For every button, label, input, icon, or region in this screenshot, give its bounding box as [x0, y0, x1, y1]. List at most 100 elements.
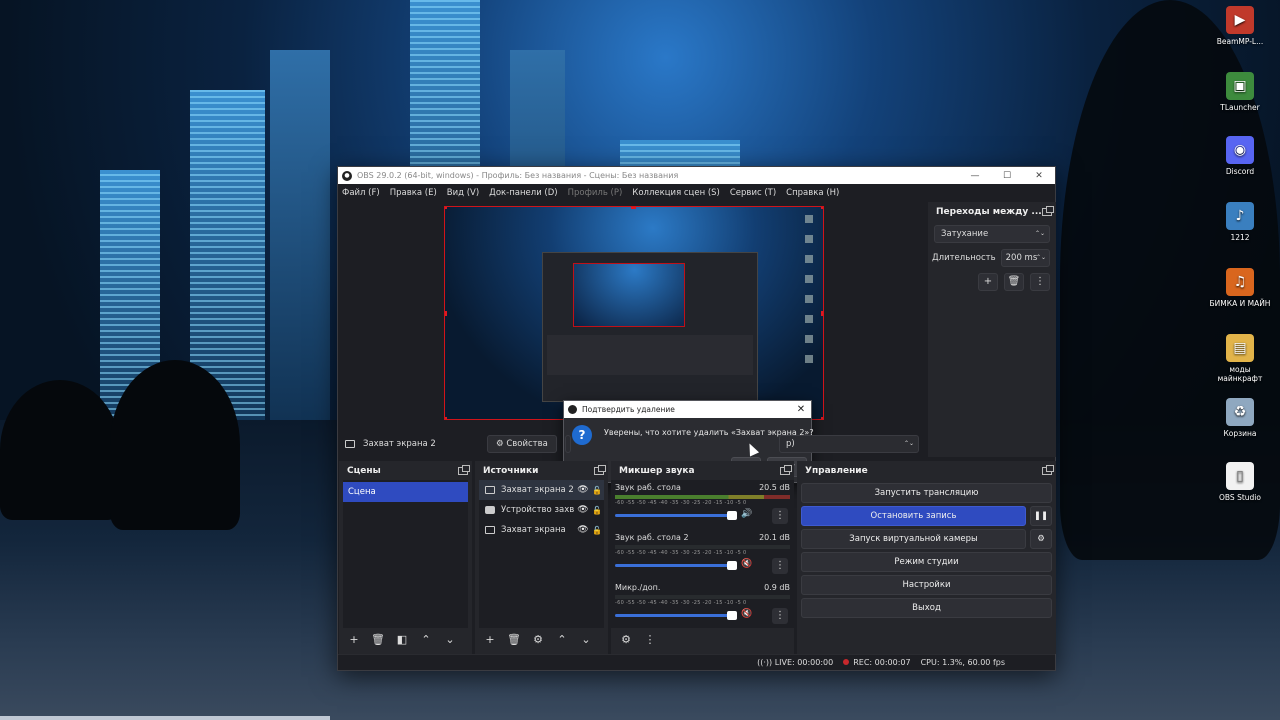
controls-title: Управление	[805, 465, 868, 476]
broadcast-icon: ((·))	[757, 658, 775, 667]
speaker-muted-icon[interactable]: 🔇	[741, 559, 752, 569]
maximize-button[interactable]: ☐	[991, 171, 1023, 181]
menu-docks[interactable]: Док-панели (D)	[489, 188, 557, 198]
volume-fader[interactable]: 🔊	[615, 509, 790, 520]
desktop-icon[interactable]: ▶ BeamMP-L...	[1208, 6, 1272, 46]
dialog-title-bar[interactable]: Подтвердить удаление ✕	[564, 401, 811, 418]
exit-button[interactable]: Выход	[801, 598, 1052, 618]
desktop-icon[interactable]: ▤ моды майнкрафт	[1208, 334, 1272, 383]
desktop-icon[interactable]: ♫ БИМКА И МАЙН	[1208, 268, 1272, 308]
start-streaming-button[interactable]: Запустить трансляцию	[801, 483, 1052, 503]
eye-icon[interactable]: 👁	[576, 505, 590, 515]
chevron-up-icon[interactable]: ⌃	[553, 631, 571, 649]
desktop-icon[interactable]: ▣ TLauncher	[1208, 72, 1272, 112]
volume-fader[interactable]: 🔇	[615, 609, 790, 620]
dialog-close-button[interactable]: ✕	[791, 404, 811, 415]
live-status: ((·)) LIVE: 00:00:00	[757, 658, 833, 667]
desktop-icon[interactable]: ♻ Корзина	[1208, 398, 1272, 438]
add-icon[interactable]: +	[978, 273, 998, 291]
lock-icon[interactable]: 🔓	[590, 506, 604, 515]
menu-tools[interactable]: Сервис (T)	[730, 188, 776, 198]
speaker-icon[interactable]: 🔊	[741, 509, 752, 519]
chevron-up-icon[interactable]: ⌃	[417, 631, 435, 649]
eye-icon[interactable]: 👁	[576, 485, 590, 495]
menu-edit[interactable]: Правка (E)	[390, 188, 437, 198]
menu-file[interactable]: Файл (F)	[342, 188, 380, 198]
gear-icon[interactable]: ⚙	[1030, 529, 1052, 549]
transitions-dock: Переходы между ... Затухание Длительност…	[928, 202, 1056, 457]
filters-button[interactable]	[564, 435, 571, 453]
minimize-button[interactable]: —	[959, 171, 991, 181]
menu-help[interactable]: Справка (H)	[786, 188, 839, 198]
resize-handle[interactable]	[445, 311, 447, 316]
menu-view[interactable]: Вид (V)	[447, 188, 479, 198]
add-icon[interactable]: +	[345, 631, 363, 649]
source-item[interactable]: Захват экрана 2 👁 🔓	[479, 480, 604, 500]
resize-handle[interactable]	[821, 311, 823, 316]
dock-header: Управление	[797, 461, 1056, 480]
menu-scene-collection[interactable]: Коллекция сцен (S)	[632, 188, 720, 198]
dialog-title: Подтвердить удаление	[582, 405, 675, 414]
audio-file-icon: ♫	[1226, 268, 1254, 296]
undock-icon[interactable]	[1042, 205, 1054, 216]
more-icon[interactable]: ⋮	[772, 608, 788, 624]
lock-icon[interactable]: 🔓	[590, 486, 604, 495]
pause-icon[interactable]: ❚❚	[1030, 506, 1052, 526]
trash-icon[interactable]: 🗑	[505, 631, 523, 649]
start-virtual-camera-button[interactable]: Запуск виртуальной камеры	[801, 529, 1026, 549]
resize-handle[interactable]	[821, 207, 823, 209]
properties-button[interactable]: ⚙ Свойства	[487, 435, 557, 453]
gear-icon[interactable]: ⚙	[529, 631, 547, 649]
desktop-icon[interactable]: ♪ 1212	[1208, 202, 1272, 242]
title-bar[interactable]: ● OBS 29.0.2 (64-bit, windows) - Профиль…	[338, 167, 1055, 184]
undock-icon[interactable]	[594, 464, 606, 475]
resize-handle[interactable]	[445, 207, 447, 209]
resize-handle[interactable]	[631, 207, 636, 209]
lock-icon[interactable]: 🔓	[590, 526, 604, 535]
volume-fader[interactable]: 🔇	[615, 559, 790, 570]
trash-icon[interactable]: 🗑	[1004, 273, 1024, 291]
preview-canvas[interactable]	[444, 206, 824, 420]
virtual-cam-row: Запуск виртуальной камеры ⚙	[801, 529, 1052, 549]
resize-handle[interactable]	[821, 417, 823, 419]
more-icon[interactable]: ⋮	[772, 508, 788, 524]
menu-profile[interactable]: Профиль (P)	[568, 188, 623, 198]
studio-mode-button[interactable]: Режим студии	[801, 552, 1052, 572]
trash-icon[interactable]: 🗑	[369, 631, 387, 649]
scenes-list[interactable]: Сцена	[343, 480, 468, 628]
meter-scale: -60 -55 -50 -45 -40 -35 -30 -25 -20 -15 …	[615, 600, 747, 606]
stop-recording-button[interactable]: Остановить запись	[801, 506, 1026, 526]
desktop-icon[interactable]: ◉ Discord	[1208, 136, 1272, 176]
fader-knob[interactable]	[727, 511, 737, 520]
scene-item[interactable]: Сцена	[343, 482, 468, 502]
more-icon[interactable]: ⋮	[772, 558, 788, 574]
speaker-muted-icon[interactable]: 🔇	[741, 609, 752, 619]
advanced-audio-gear-icon[interactable]: ⚙	[617, 631, 635, 649]
duration-input[interactable]: 200 ms	[1000, 249, 1050, 267]
more-icon[interactable]: ⋮	[1030, 273, 1050, 291]
display-select[interactable]: р)	[779, 435, 919, 453]
captured-desktop-icons	[805, 215, 817, 375]
undock-icon[interactable]	[780, 464, 792, 475]
eye-icon[interactable]: 👁	[576, 525, 590, 535]
filter-icon[interactable]: ◧	[393, 631, 411, 649]
source-item[interactable]: Захват экрана 👁 🔓	[479, 520, 604, 540]
transition-type-select[interactable]: Затухание	[934, 225, 1050, 243]
desktop-icon[interactable]: ▯ OBS Studio	[1208, 462, 1272, 502]
record-dot-icon	[843, 659, 850, 665]
chevron-down-icon[interactable]: ⌄	[577, 631, 595, 649]
preview-area[interactable]: Подтвердить удаление ✕ ? Уверены, что хо…	[339, 202, 925, 483]
chevron-down-icon[interactable]: ⌄	[441, 631, 459, 649]
fader-knob[interactable]	[727, 611, 737, 620]
more-icon[interactable]: ⋮	[641, 631, 659, 649]
resize-handle[interactable]	[445, 417, 447, 419]
source-item[interactable]: Устройство захв 👁 🔓	[479, 500, 604, 520]
fader-knob[interactable]	[727, 561, 737, 570]
add-icon[interactable]: +	[481, 631, 499, 649]
close-button[interactable]: ✕	[1023, 171, 1055, 181]
undock-icon[interactable]	[458, 464, 470, 475]
settings-button[interactable]: Настройки	[801, 575, 1052, 595]
obs-window[interactable]: ● OBS 29.0.2 (64-bit, windows) - Профиль…	[337, 166, 1056, 671]
undock-icon[interactable]	[1042, 464, 1054, 475]
sources-list[interactable]: Захват экрана 2 👁 🔓 Устройство захв 👁 🔓 …	[479, 480, 604, 628]
